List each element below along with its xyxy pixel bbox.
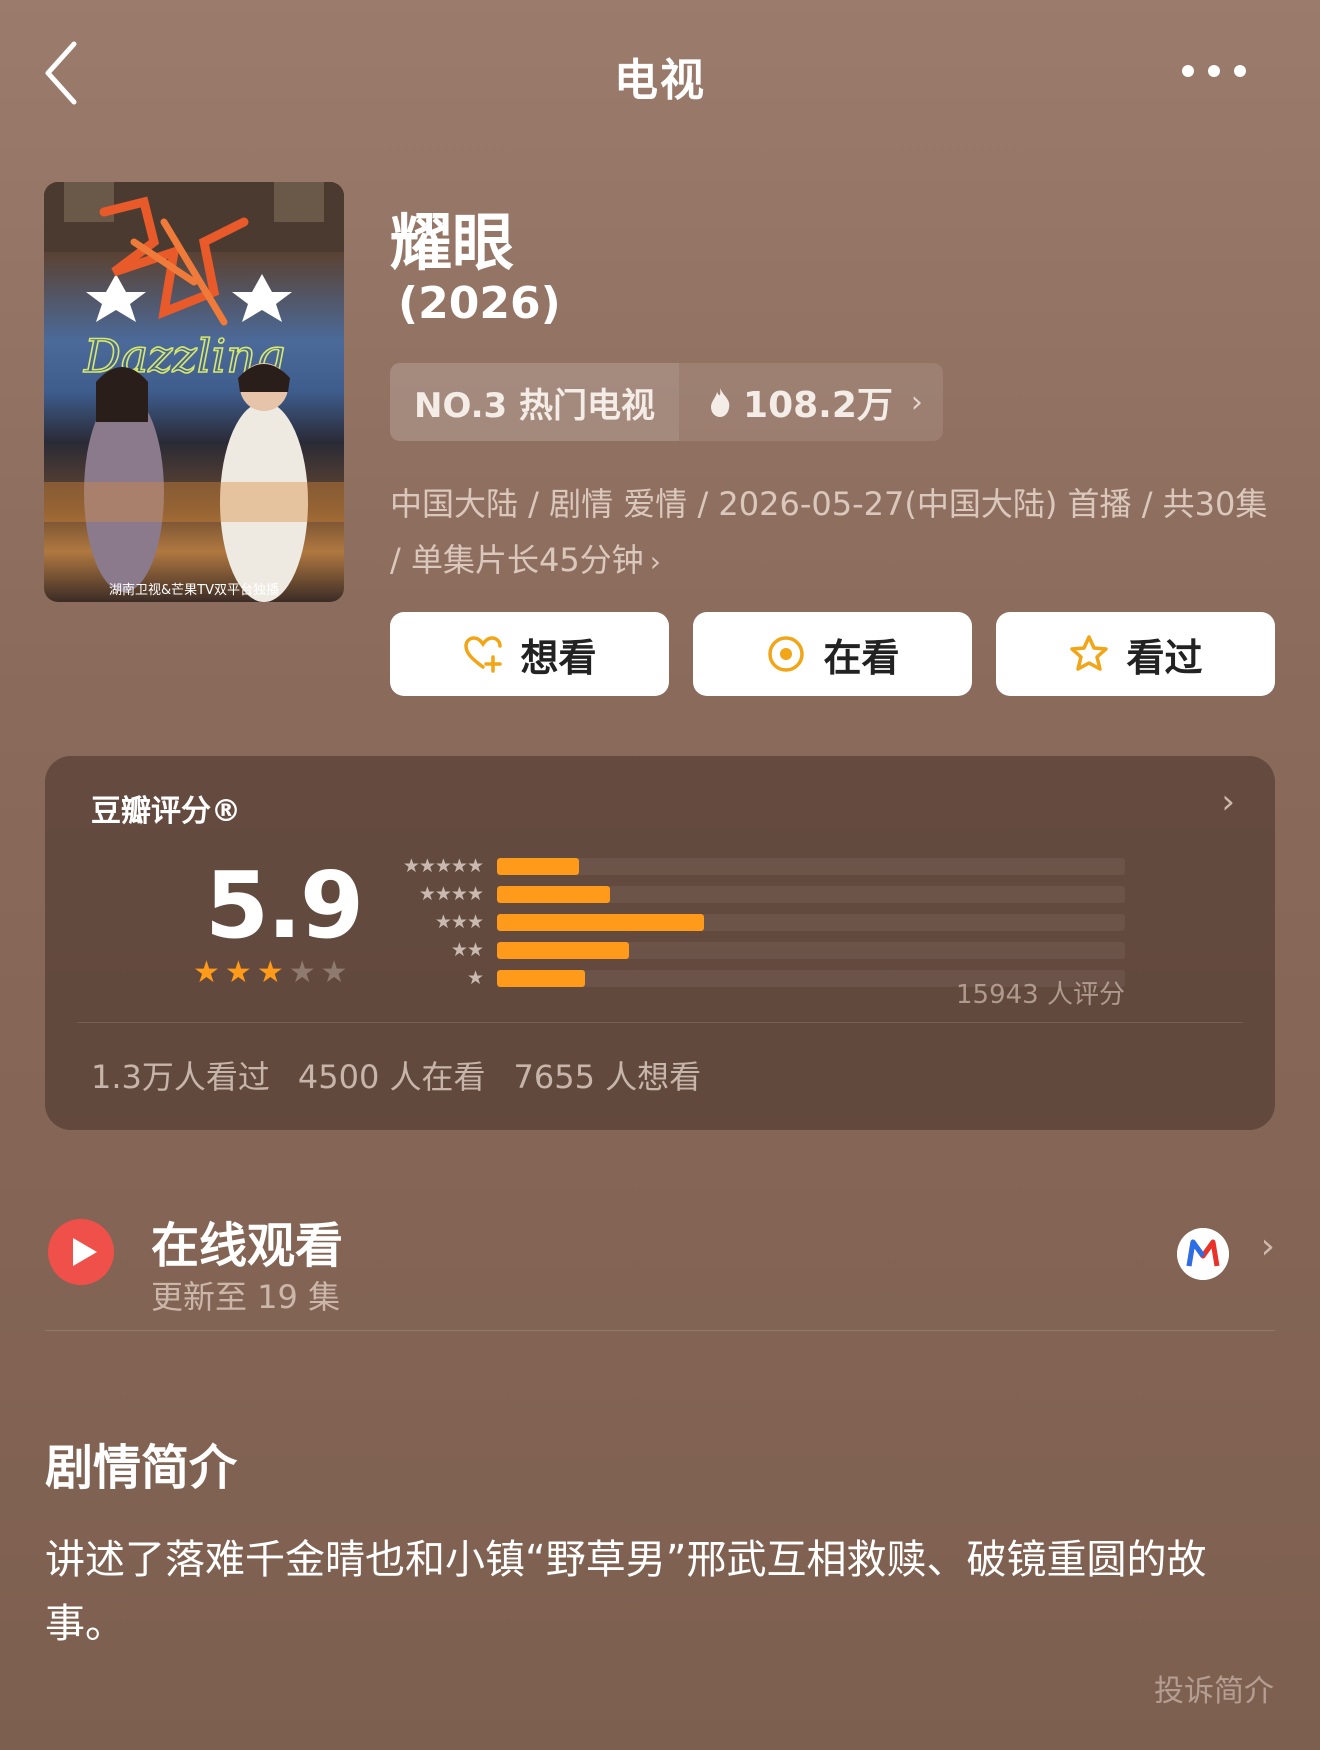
heart-plus-icon bbox=[464, 636, 503, 673]
watched-label: 看过 bbox=[1126, 635, 1203, 680]
rating-title: 豆瓣评分® bbox=[91, 794, 241, 829]
rating-score: 5.9 bbox=[205, 852, 364, 959]
watched-count: 1.3万人看过 bbox=[91, 1058, 270, 1096]
distribution-stars-label: ★★★ bbox=[434, 911, 484, 933]
chevron-right-icon: › bbox=[910, 384, 923, 420]
distribution-bar bbox=[497, 941, 629, 959]
star-empty-icon: ★ bbox=[288, 955, 316, 990]
heat-value: 108.2万 bbox=[743, 385, 893, 426]
score-stars: ★ ★ ★ ★ ★ bbox=[193, 958, 348, 988]
distribution-bar bbox=[497, 969, 585, 987]
distribution-row: ★★ bbox=[385, 938, 1125, 962]
rater-count: 15943 人评分 bbox=[956, 980, 1125, 1010]
poster-image: Dazzling 湖南卫视&芒果TV双平台独播 bbox=[44, 182, 344, 602]
want-count: 7655 人想看 bbox=[513, 1058, 702, 1096]
distribution-track bbox=[497, 857, 1125, 875]
chevron-right-icon: › bbox=[1221, 782, 1235, 822]
watching-button[interactable]: 在看 bbox=[693, 612, 972, 696]
star-filled-icon: ★ bbox=[193, 955, 220, 990]
watch-online-row[interactable]: 在线观看 更新至 19 集 › bbox=[45, 1196, 1275, 1336]
synopsis-body: 讲述了落难千金晴也和小镇“野草男”邢武互相救赎、破镜重圆的故事。 bbox=[45, 1537, 1207, 1647]
distribution-track bbox=[497, 913, 1125, 931]
distribution-stars-label: ★ bbox=[466, 967, 484, 989]
distribution-bar bbox=[497, 857, 579, 875]
rating-card[interactable]: 豆瓣评分® › 5.9 ★ ★ ★ ★ ★ ★★★★★ ★★★★ ★★★ ★★ ★ 15943 … bbox=[45, 756, 1275, 1130]
chevron-right-icon: › bbox=[1260, 1226, 1275, 1267]
distribution-bar bbox=[497, 885, 611, 903]
poster-caption: 湖南卫视&芒果TV双平台独播 bbox=[109, 582, 279, 598]
show-poster[interactable]: Dazzling 湖南卫视&芒果TV双平台独播 bbox=[44, 182, 344, 602]
divider bbox=[45, 1330, 1275, 1331]
target-icon bbox=[768, 636, 805, 672]
chevron-right-icon: › bbox=[649, 545, 661, 578]
synopsis-title: 剧情简介 bbox=[45, 1440, 238, 1496]
distribution-row: ★★★★★ bbox=[385, 854, 1125, 878]
audience-stats: 1.3万人看过 4500 人在看 7655 人想看 bbox=[91, 1052, 701, 1098]
star-outline-icon bbox=[1070, 635, 1109, 671]
distribution-track bbox=[497, 885, 1125, 903]
flame-icon bbox=[711, 388, 730, 417]
watch-title: 在线观看 bbox=[151, 1218, 344, 1274]
star-filled-icon: ★ bbox=[224, 955, 252, 990]
heat-button[interactable]: 108.2万 › bbox=[679, 363, 943, 441]
watching-label: 在看 bbox=[823, 635, 900, 680]
show-title: 耀眼 bbox=[390, 206, 515, 279]
play-icon bbox=[48, 1219, 114, 1285]
rating-distribution: ★★★★★ ★★★★ ★★★ ★★ ★ bbox=[385, 854, 1125, 994]
distribution-stars-label: ★★★★★ bbox=[402, 855, 484, 877]
show-meta[interactable]: 中国大陆 / 剧情 爱情 / 2026-05-27(中国大陆) 首播 / 共30… bbox=[390, 476, 1280, 590]
rank-label[interactable]: NO.3 热门电视 bbox=[390, 363, 680, 441]
more-button[interactable] bbox=[1182, 58, 1262, 84]
want-button[interactable]: 想看 bbox=[390, 612, 669, 696]
top-bar: 电视 bbox=[0, 0, 1320, 150]
report-synopsis-link[interactable]: 投诉简介 bbox=[1154, 1666, 1274, 1710]
show-year: (2026) bbox=[398, 278, 561, 329]
distribution-bar bbox=[497, 913, 705, 931]
star-empty-icon: ★ bbox=[320, 955, 348, 990]
distribution-row: ★★★ bbox=[385, 910, 1125, 934]
more-dots-icon bbox=[1182, 65, 1194, 77]
mango-tv-logo-icon bbox=[1177, 1228, 1229, 1280]
watched-button[interactable]: 看过 bbox=[996, 612, 1275, 696]
action-buttons: 想看 在看 看过 bbox=[390, 612, 1275, 696]
rank-badge: NO.3 热门电视 108.2万 › bbox=[390, 363, 943, 441]
distribution-stars-label: ★★ bbox=[450, 939, 484, 961]
divider bbox=[77, 1022, 1243, 1023]
star-filled-icon: ★ bbox=[256, 955, 284, 990]
distribution-row: ★★★★ bbox=[385, 882, 1125, 906]
want-label: 想看 bbox=[520, 635, 597, 680]
distribution-stars-label: ★★★★ bbox=[418, 883, 484, 905]
page-title: 电视 bbox=[614, 55, 706, 106]
watching-count: 4500 人在看 bbox=[297, 1058, 486, 1096]
watch-subtitle: 更新至 19 集 bbox=[151, 1278, 341, 1316]
distribution-track bbox=[497, 941, 1125, 959]
meta-text: 中国大陆 / 剧情 爱情 / 2026-05-27(中国大陆) 首播 / 共30… bbox=[390, 485, 1268, 579]
